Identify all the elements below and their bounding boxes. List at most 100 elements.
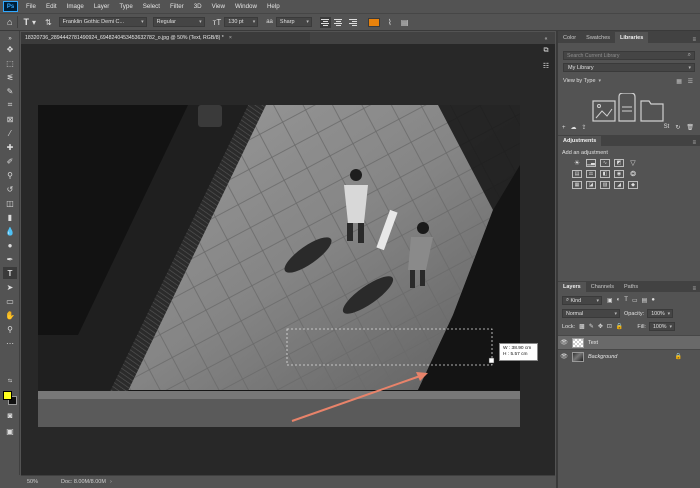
close-icon[interactable]: × — [229, 35, 232, 41]
levels-icon[interactable]: ▁▃ — [586, 159, 596, 167]
quick-mask-icon[interactable]: ◙ — [3, 409, 17, 421]
screen-mode-icon[interactable]: ▣ — [3, 425, 17, 437]
black-white-icon[interactable]: ◧ — [600, 170, 610, 178]
lock-artboard-icon[interactable]: ⊡ — [607, 323, 612, 330]
menu-edit[interactable]: Edit — [41, 0, 62, 13]
menu-layer[interactable]: Layer — [89, 0, 114, 13]
curves-icon[interactable]: ∿ — [600, 159, 610, 167]
history-panel-icon[interactable]: ⧉ — [540, 45, 552, 57]
upload-icon[interactable]: ⇪ — [582, 124, 587, 131]
visibility-eye-icon[interactable]: 👁 — [558, 339, 570, 346]
menu-type[interactable]: Type — [114, 0, 137, 13]
lock-all-icon[interactable]: 🔒 — [616, 323, 623, 330]
invert-icon[interactable]: ◪ — [586, 181, 596, 189]
menu-image[interactable]: Image — [62, 0, 89, 13]
type-tool-icon[interactable]: T — [3, 267, 17, 279]
type-filter-icon[interactable]: T — [624, 297, 628, 304]
document-tab[interactable]: 18320736_2894442781490924_69482404534536… — [21, 32, 310, 44]
lock-icon[interactable]: 🔒 — [675, 353, 682, 360]
align-center-button[interactable] — [333, 17, 344, 28]
home-icon[interactable]: ⌂ — [7, 17, 12, 27]
channel-mixer-icon[interactable]: ❂ — [628, 170, 638, 178]
add-icon[interactable]: + — [562, 125, 566, 131]
path-selection-tool-icon[interactable]: ➤ — [3, 281, 17, 293]
panel-menu-icon[interactable]: ≡ — [692, 37, 696, 43]
tab-color[interactable]: Color — [558, 32, 581, 43]
collapse-icon[interactable]: « — [540, 36, 552, 42]
hand-tool-icon[interactable]: ✋ — [3, 309, 17, 321]
zoom-level[interactable]: 50% — [27, 479, 61, 485]
lasso-tool-icon[interactable]: ᓬ — [3, 71, 17, 83]
document-photo[interactable] — [38, 105, 520, 427]
chevron-right-icon[interactable]: › — [110, 479, 112, 485]
more-tools-icon[interactable]: ⋯ — [3, 337, 17, 349]
menu-help[interactable]: Help — [262, 0, 285, 13]
vibrance-icon[interactable]: ▽ — [628, 159, 638, 167]
rectangle-tool-icon[interactable]: ▭ — [3, 295, 17, 307]
opacity-field[interactable]: 100% ▾ — [647, 309, 674, 318]
sync-icon[interactable]: ↻ — [675, 124, 680, 131]
fill-field[interactable]: 100% ▾ — [648, 322, 675, 331]
pixel-filter-icon[interactable]: ▣ — [607, 297, 613, 304]
swap-colors-icon[interactable]: ⇆ — [3, 377, 17, 385]
eyedropper-tool-icon[interactable]: ⁄ — [3, 127, 17, 139]
panel-menu-icon[interactable]: ≡ — [692, 140, 696, 146]
marquee-tool-icon[interactable]: ⬚ — [3, 57, 17, 69]
photo-filter-icon[interactable]: ◉ — [614, 170, 624, 178]
blur-tool-icon[interactable]: 💧 — [3, 225, 17, 237]
chevron-down-icon[interactable]: ▾ — [32, 18, 36, 27]
color-lookup-icon[interactable]: ▦ — [572, 181, 582, 189]
filter-toggle-icon[interactable]: ● — [651, 297, 655, 304]
lock-position-icon[interactable]: ✥ — [598, 323, 603, 330]
layer-row-text[interactable]: 👁 Text — [558, 335, 700, 349]
move-tool-icon[interactable]: ✥ — [3, 43, 17, 55]
zoom-tool-icon[interactable]: ⚲ — [3, 323, 17, 335]
adjustment-filter-icon[interactable]: ◐ — [617, 297, 621, 304]
tab-paths[interactable]: Paths — [619, 282, 643, 292]
cc-libraries-icon[interactable]: ☁ — [571, 124, 577, 131]
align-right-button[interactable] — [346, 17, 357, 28]
tab-layers[interactable]: Layers — [558, 282, 586, 292]
clone-stamp-tool-icon[interactable]: ⚲ — [3, 169, 17, 181]
frame-tool-icon[interactable]: ⊠ — [3, 113, 17, 125]
visibility-eye-icon[interactable]: 👁 — [558, 353, 570, 360]
eraser-tool-icon[interactable]: ◫ — [3, 197, 17, 209]
view-by-control[interactable]: View by Type ▾ ▦ ☰ — [563, 77, 695, 85]
tab-channels[interactable]: Channels — [586, 282, 619, 292]
tab-adjustments[interactable]: Adjustments — [558, 136, 602, 146]
lock-pixels-icon[interactable]: ✎ — [589, 323, 594, 330]
properties-panel-icon[interactable]: ☷ — [540, 60, 552, 72]
posterize-icon[interactable]: ▨ — [600, 181, 610, 189]
trash-icon[interactable]: 🗑 — [686, 124, 694, 131]
brush-tool-icon[interactable]: ✐ — [3, 155, 17, 167]
shape-filter-icon[interactable]: ▭ — [632, 297, 638, 304]
quick-select-tool-icon[interactable]: ✎ — [3, 85, 17, 97]
transform-handle[interactable] — [488, 357, 495, 364]
menu-select[interactable]: Select — [138, 0, 165, 13]
panel-menu-icon[interactable]: ≡ — [692, 286, 696, 292]
library-select[interactable]: My Library ▾ — [563, 63, 695, 72]
brightness-contrast-icon[interactable]: ☀ — [572, 159, 582, 167]
gradient-tool-icon[interactable]: ▮ — [3, 211, 17, 223]
layer-row-background[interactable]: 👁 Background 🔒 — [558, 349, 700, 363]
color-balance-icon[interactable]: ⚖ — [586, 170, 596, 178]
layer-kind-select[interactable]: ⌕ Kind ▾ — [562, 296, 602, 305]
menu-file[interactable]: File — [21, 0, 41, 13]
tab-libraries[interactable]: Libraries — [615, 32, 649, 43]
menu-view[interactable]: View — [207, 0, 230, 13]
menu-window[interactable]: Window — [230, 0, 262, 13]
smart-object-filter-icon[interactable]: ▤ — [642, 297, 648, 304]
tab-swatches[interactable]: Swatches — [581, 32, 615, 43]
menu-3d[interactable]: 3D — [189, 0, 207, 13]
stock-icon[interactable]: St — [664, 124, 670, 131]
align-left-button[interactable] — [319, 16, 331, 28]
library-search-input[interactable]: Search Current Library ⌕ — [563, 51, 695, 60]
dodge-tool-icon[interactable]: ● — [3, 239, 17, 251]
font-style-select[interactable]: Regular ▾ — [152, 17, 205, 27]
blend-mode-select[interactable]: Normal ▾ — [562, 309, 620, 318]
menu-filter[interactable]: Filter — [165, 0, 189, 13]
crop-tool-icon[interactable]: ⌗ — [3, 99, 17, 111]
selective-color-icon[interactable]: ◆ — [628, 181, 638, 189]
layer-name[interactable]: Text — [588, 340, 598, 346]
exposure-icon[interactable]: ◩ — [614, 159, 624, 167]
